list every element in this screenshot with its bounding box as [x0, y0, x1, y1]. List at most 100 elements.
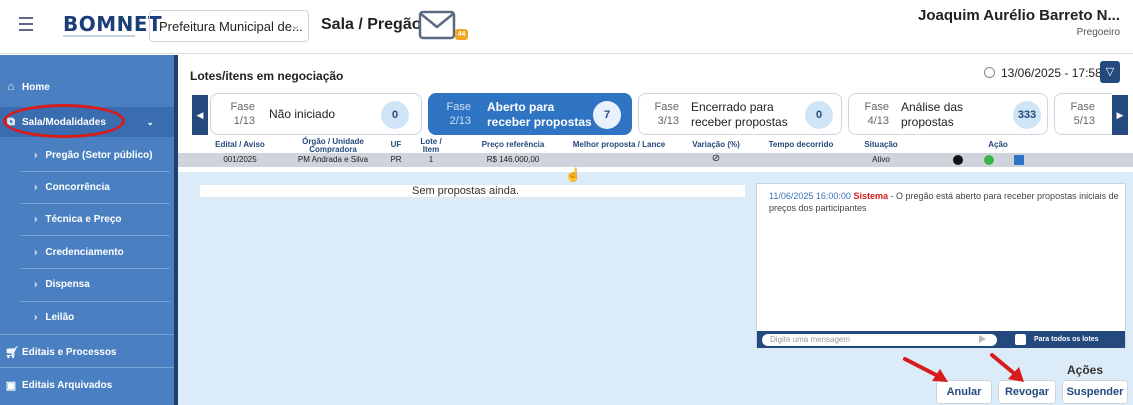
arrow-right-icon: ▶ [1116, 110, 1124, 120]
filter-button[interactable]: ▽ [1100, 61, 1120, 83]
row-gap [178, 167, 1133, 172]
actions-title: Ações [1067, 363, 1104, 377]
chat-input-bar: Digite uma mensagem Para todos os lotes [757, 331, 1125, 348]
home-icon: ⌂ [7, 81, 15, 93]
phase-label: Aberto para receber propostas [487, 100, 592, 129]
phase-prev-button[interactable]: ◀ [192, 95, 208, 135]
annotation-arrow-icon [903, 357, 948, 382]
cell-lote: 1 [428, 155, 434, 164]
sidebar-item-concorrencia[interactable]: › Concorrência [20, 172, 174, 202]
table-header: Edital / Aviso Órgão / Unidade Compradora… [178, 137, 1133, 154]
eye-off-icon[interactable]: ⊘ [706, 153, 726, 164]
column-header: Melhor proposta / Lance [572, 140, 666, 149]
phase-count: 333 [1013, 101, 1041, 129]
menu-icon[interactable] [19, 17, 33, 31]
sidebar-item-label: Credenciamento [45, 246, 124, 258]
sidebar-item-label: Pregão (Setor público) [45, 149, 153, 161]
annotation-circle [3, 104, 125, 138]
sidebar-item-label: Técnica e Preço [45, 213, 122, 225]
sidebar-item-tecnica[interactable]: › Técnica e Preço [20, 204, 174, 234]
phase-count: 0 [805, 101, 833, 129]
phase-card-4[interactable]: Fase 4/13 Análise das propostas 333 [848, 93, 1048, 135]
sidebar-item-leilao[interactable]: › Leilão [20, 302, 174, 332]
chevron-down-icon: ⌄ [146, 116, 154, 127]
org-select-value: Prefeitura Municipal de... [159, 19, 303, 34]
column-header: Edital / Aviso [215, 140, 265, 149]
top-bar: BOMNET Prefeitura Municipal de... ⌄ Sala… [0, 0, 1133, 54]
column-header: Lote / Item [420, 137, 442, 154]
cell-uf: PR [390, 155, 402, 164]
sidebar-item-label: Concorrência [45, 181, 110, 193]
datetime: 13/06/2025 - 17:58:00 [984, 66, 1118, 80]
user-role: Pregoeiro [1076, 27, 1120, 38]
chat-panel: 11/06/2025 16:00:00 Sistema - O pregão e… [756, 183, 1126, 348]
cell-orgao: PM Andrada e Silva [297, 155, 369, 164]
phase-card-2[interactable]: Fase 2/13 Aberto para receber propostas 7 [428, 93, 632, 135]
sidebar-item-label: Editais Arquivados [22, 379, 113, 391]
panel-title: Lotes/itens em negociação [190, 69, 344, 83]
pointer-cursor-icon: ☝ [565, 167, 582, 182]
phase-card-1[interactable]: Fase 1/13 Não iniciado 0 [210, 93, 422, 135]
phase-count: 0 [381, 101, 409, 129]
sidebar-item-home[interactable]: ⌂ Home [0, 71, 174, 103]
phase-number: Fase 1/13 [230, 101, 255, 127]
sidebar-item-label: Editais e Processos [22, 346, 117, 358]
chevron-right-icon: › [34, 246, 38, 258]
panel-header: Lotes/itens em negociação 13/06/2025 - 1… [178, 55, 1133, 93]
phase-number: Fase 2/13 [446, 101, 471, 127]
send-icon[interactable] [979, 335, 986, 343]
chevron-right-icon: › [34, 278, 38, 290]
sidebar-item-pregao[interactable]: › Pregão (Setor público) [20, 140, 174, 170]
cart-icon: 🛒︎ [5, 346, 19, 359]
sidebar-item-dispensa[interactable]: › Dispensa [20, 269, 174, 299]
sidebar-item-arquivados[interactable]: ▣ Editais Arquivados [0, 369, 174, 401]
action-square-icon[interactable] [1014, 155, 1024, 165]
all-lots-checkbox[interactable] [1015, 334, 1026, 345]
table-row[interactable]: 001/2025 PM Andrada e Silva PR 1 R$ 146.… [178, 153, 1133, 167]
chevron-right-icon: › [34, 213, 38, 225]
filter-icon: ▽ [1105, 66, 1115, 78]
phase-number: Fase 3/13 [654, 101, 679, 127]
info-icon[interactable] [953, 155, 963, 165]
phase-number: Fase 5/13 [1070, 101, 1095, 127]
proposals-panel: Sem propostas ainda. [200, 185, 745, 197]
sidebar-item-label: Home [22, 81, 50, 93]
phase-label: Análise das propostas [901, 100, 964, 129]
phase-card-3[interactable]: Fase 3/13 Encerrado para receber propostas… [638, 93, 842, 135]
cell-situacao: Ativo [872, 155, 890, 164]
divider [0, 367, 174, 368]
logo-tagline [63, 35, 135, 37]
divider [0, 334, 174, 335]
user-name[interactable]: Joaquim Aurélio Barreto N... [918, 7, 1120, 24]
phase-card-5[interactable]: Fase 5/13 [1054, 93, 1112, 135]
org-select[interactable]: Prefeitura Municipal de... ⌄ [149, 10, 309, 42]
chat-input[interactable]: Digite uma mensagem [762, 334, 997, 346]
page-title: Sala / Pregão [321, 16, 422, 33]
status-dot-icon[interactable] [984, 155, 994, 165]
phase-number: Fase 4/13 [864, 101, 889, 127]
sidebar-item-editais[interactable]: 🛒︎ Editais e Processos [0, 336, 174, 368]
logo: BOMNET [63, 12, 163, 36]
column-header: Tempo decorrido [768, 140, 834, 149]
clock-icon [984, 67, 995, 78]
sidebar-item-credenciamento[interactable]: › Credenciamento [20, 237, 174, 267]
phase-strip: ◀ Fase 1/13 Não iniciado 0 Fase 2/13 Abert… [178, 93, 1133, 137]
phase-label: Não iniciado [269, 107, 336, 121]
cell-edital: 001/2025 [223, 155, 257, 164]
column-header: UF [390, 140, 402, 149]
all-lots-label: Para todos os lotes [1034, 336, 1099, 343]
phase-count: 7 [593, 101, 621, 129]
column-header: Situação [864, 140, 898, 149]
phase-label: Encerrado para receber propostas [691, 100, 788, 129]
mail-icon[interactable] [418, 8, 456, 42]
mail-badge: 44 [455, 29, 468, 40]
chat-message: 11/06/2025 16:00:00 Sistema - O pregão e… [769, 190, 1119, 214]
arrow-left-icon: ◀ [196, 110, 204, 120]
archive-icon: ▣ [5, 379, 17, 392]
chat-date: 11/06/2025 16:00:00 [769, 191, 851, 201]
chevron-right-icon: › [34, 181, 38, 193]
suspender-button[interactable]: Suspender [1062, 380, 1128, 404]
sidebar-item-label: Leilão [45, 311, 75, 323]
divider [20, 235, 170, 236]
phase-next-button[interactable]: ▶ [1112, 95, 1128, 135]
